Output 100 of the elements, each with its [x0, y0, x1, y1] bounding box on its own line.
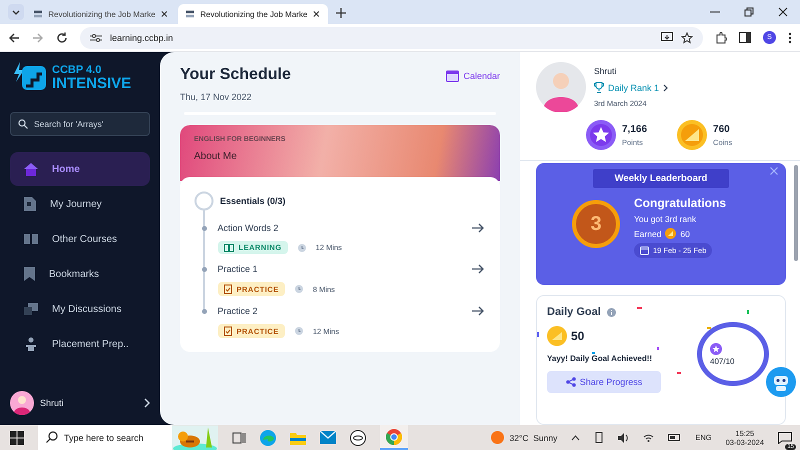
home-icon [24, 162, 38, 176]
course-topic: About Me [194, 151, 238, 162]
info-icon [606, 308, 616, 316]
reload-icon[interactable] [56, 32, 68, 44]
url-text: learning.ccbp.in [110, 32, 174, 42]
clock-icon [298, 244, 306, 252]
calendar-icon [640, 246, 649, 255]
star-badge-icon [710, 342, 722, 354]
device-icon [594, 432, 604, 443]
more-icon[interactable] [788, 32, 792, 44]
oval-logo-icon[interactable] [350, 430, 366, 446]
avatar-icon [10, 391, 34, 415]
weather-text[interactable]: 32°C Sunny [510, 432, 558, 442]
timeline-dot [202, 267, 206, 272]
goal-title: Daily Goal [547, 306, 601, 318]
search-icon [46, 431, 58, 443]
nav-item[interactable]: My Journey [10, 187, 150, 221]
document-icon [24, 197, 36, 211]
close-icon[interactable] [778, 7, 788, 17]
robot-icon[interactable] [766, 367, 796, 397]
clipboard-icon [224, 284, 232, 294]
timeline-dot [202, 226, 206, 231]
search-icon [18, 119, 28, 129]
restore-icon[interactable] [744, 7, 754, 17]
congrats-heading: Congratulations [634, 196, 726, 210]
timeline-dot [202, 309, 206, 314]
person-desk-icon [24, 337, 38, 351]
install-icon[interactable] [661, 32, 673, 43]
taskbar-search-field[interactable]: Type here to search [38, 425, 172, 450]
battery-icon [668, 434, 682, 441]
nav-item[interactable]: Other Courses [10, 222, 150, 256]
nav-item[interactable]: My Discussions [10, 292, 150, 326]
clipboard-icon [224, 326, 232, 336]
chevron-right-icon [144, 398, 150, 408]
logo-text: INTENSIVE [52, 76, 132, 91]
goal-message: Yayy! Daily Goal Achieved!! [547, 354, 654, 363]
tab-search-icon[interactable] [8, 4, 24, 20]
clock-icon [294, 285, 303, 293]
coin-icon [677, 120, 708, 150]
nav-item[interactable]: Placement Prep.. [10, 327, 150, 361]
chrome-taskbar-button[interactable] [380, 425, 408, 450]
coin-icon [665, 228, 676, 239]
address-bar[interactable]: learning.ccbp.in [80, 26, 703, 48]
rank-link[interactable]: Daily Rank 1 [594, 82, 668, 93]
share-icon [566, 377, 576, 387]
mail-icon[interactable] [320, 431, 336, 444]
logo-text: CCBP 4.0 [52, 65, 102, 76]
bookmark-icon [24, 267, 35, 281]
goal-coins: 50 [571, 329, 584, 343]
scrollbar[interactable] [794, 165, 798, 261]
schedule-date: Thu, 17 Nov 2022 [180, 92, 253, 102]
search-field[interactable]: Search for 'Arrays' [10, 112, 150, 136]
avatar-icon [536, 62, 586, 112]
site-icon [186, 10, 194, 18]
clock-icon [294, 327, 303, 335]
browser-tab[interactable]: Revolutionizing the Job Marke [26, 4, 176, 24]
rank-message: You got 3rd rank [634, 214, 698, 224]
nav-item[interactable]: Bookmarks [10, 257, 150, 291]
section-title: Essentials (0/3) [220, 196, 286, 206]
close-icon [313, 10, 320, 18]
arrow-right-icon [472, 264, 484, 274]
coin-icon [547, 326, 567, 346]
calendar-link[interactable]: Calendar [446, 70, 500, 82]
notification-icon[interactable] [778, 432, 792, 444]
task-view-icon[interactable] [232, 432, 246, 444]
back-icon[interactable] [8, 32, 20, 44]
star-badge-icon [586, 120, 616, 150]
earned-label: Earned [634, 228, 662, 238]
chat-icon [24, 303, 38, 315]
chevron-up-icon [571, 434, 580, 440]
arrow-right-icon [472, 223, 484, 233]
chrome-icon [386, 428, 402, 444]
sun-icon [490, 431, 504, 444]
new-tab-icon[interactable] [336, 8, 346, 18]
chevron-right-icon [663, 84, 668, 92]
earned-amount: 60 [680, 228, 690, 238]
site-settings-icon [90, 32, 102, 42]
medal-badge: 3 [572, 200, 620, 248]
arrow-right-icon [472, 306, 484, 316]
user-name: Shruti [594, 66, 618, 76]
folder-icon[interactable] [290, 430, 306, 444]
wifi-icon [643, 433, 654, 442]
schedule-title: Your Schedule [180, 66, 291, 84]
close-icon [161, 10, 168, 18]
nav-item[interactable]: Home [10, 152, 150, 186]
site-icon [34, 10, 42, 18]
side-panel-icon[interactable] [739, 32, 751, 43]
windows-start-icon[interactable] [10, 430, 24, 444]
trophy-icon [594, 82, 604, 93]
share-progress-button[interactable]: Share Progress [547, 371, 661, 393]
browser-tab[interactable]: Revolutionizing the Job Marke [178, 4, 328, 24]
stat-value: 760 [713, 124, 731, 134]
calendar-icon [446, 70, 460, 82]
book-icon [24, 234, 38, 244]
bookmark-star-icon[interactable] [681, 32, 693, 44]
speaker-icon [618, 432, 630, 442]
leaderboard-title: Weekly Leaderboard [592, 169, 730, 188]
user-menu[interactable]: Shruti [10, 391, 150, 415]
stat-value: 7,166 [622, 124, 648, 134]
extensions-icon[interactable] [715, 32, 727, 44]
